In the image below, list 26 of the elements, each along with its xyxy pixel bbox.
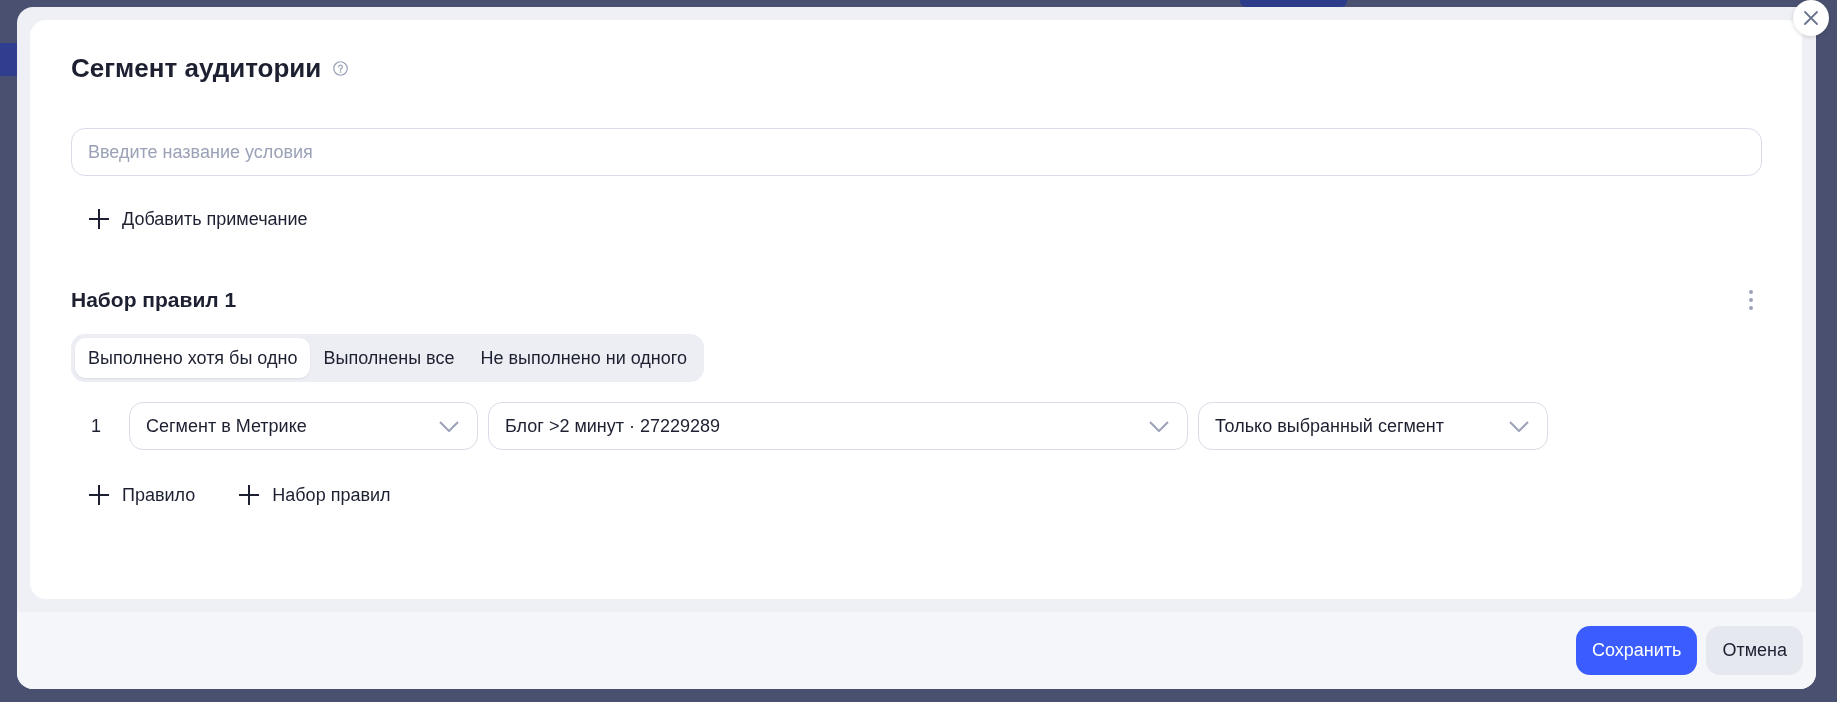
close-button[interactable]: [1793, 0, 1829, 36]
save-button[interactable]: Сохранить: [1575, 626, 1698, 675]
segment-tab[interactable]: Не выполнено ни одного: [467, 338, 700, 378]
chevron-down-icon: [1509, 420, 1529, 432]
segment-tab[interactable]: Выполнено хотя бы одно: [75, 338, 311, 378]
close-icon: [1804, 11, 1818, 25]
rule-set-title: Набор правил 1: [71, 287, 237, 313]
kebab-menu-icon[interactable]: [1749, 290, 1753, 310]
dropdown-select[interactable]: Блог >2 минут · 27229289: [488, 402, 1188, 450]
chevron-down-icon: [1149, 420, 1169, 432]
chevron-down-icon: [439, 420, 459, 432]
help-icon[interactable]: [333, 60, 349, 76]
cancel-button[interactable]: Отмена: [1706, 626, 1803, 675]
add-rule-set-button[interactable]: Набор правил: [221, 479, 409, 511]
condition-name-field[interactable]: Введите название условия: [71, 128, 1762, 176]
segment-tab[interactable]: Выполнены все: [310, 338, 468, 378]
add-note-button[interactable]: Добавить примечание: [71, 203, 326, 235]
rule-number: 1: [90, 415, 102, 437]
plus-icon: [239, 485, 260, 505]
dialog-title: Сегмент аудитории: [71, 52, 322, 84]
dropdown-select[interactable]: Сегмент в Метрике: [129, 402, 478, 450]
plus-icon: [89, 209, 109, 229]
plus-icon: [89, 485, 109, 505]
dropdown-select[interactable]: Только выбранный сегмент: [1198, 402, 1548, 450]
dimmed-sidebar-item: [0, 43, 17, 76]
add-rule-button[interactable]: Правило: [71, 479, 214, 511]
